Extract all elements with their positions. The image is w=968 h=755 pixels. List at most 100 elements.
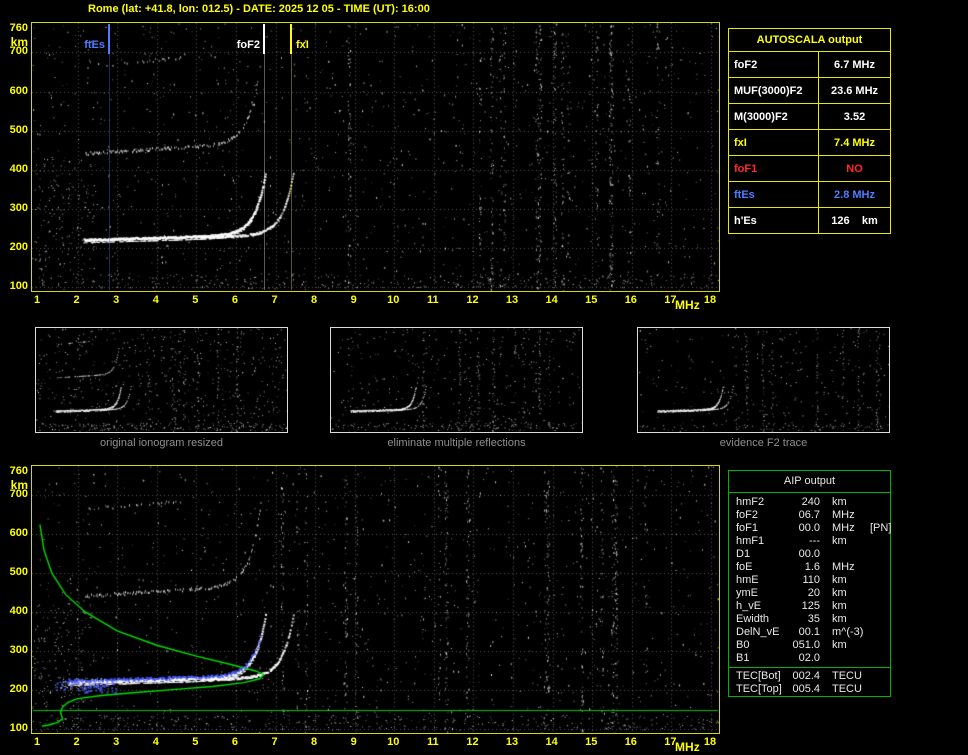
- x-tick: 1: [33, 736, 41, 748]
- aip-unit: km: [832, 639, 847, 651]
- autoscala-row: fxI 7.4 MHz: [728, 129, 891, 156]
- autoscala-header-row: AUTOSCALA output: [728, 28, 891, 52]
- aip-name: foF1: [736, 522, 759, 534]
- aip-value: 005.4: [792, 683, 820, 695]
- autoscala-row: h'Es 126 km: [728, 207, 891, 234]
- x-axis-unit-label: MHz: [675, 740, 700, 754]
- aip-row: hmE 110 km: [729, 574, 890, 587]
- marker-tick-ftEs: [108, 24, 110, 54]
- x-tick: 16: [624, 294, 637, 306]
- thumbnail-2: [330, 327, 583, 433]
- aip-value: 00.0: [798, 548, 820, 560]
- parameter-value: NO: [818, 155, 891, 182]
- marker-line-fxI: [291, 24, 292, 290]
- aip-header: AIP output: [729, 471, 890, 493]
- y-tick: 500: [9, 566, 28, 579]
- y-tick: 500: [9, 123, 28, 136]
- parameter-name: MUF(3000)F2: [728, 77, 819, 104]
- aip-value: 35: [807, 613, 820, 625]
- aip-row: B0 051.0 km: [729, 639, 890, 652]
- aip-name: B0: [736, 639, 750, 651]
- aip-extra: [866, 626, 890, 639]
- parameter-name: foF2: [728, 51, 819, 78]
- aip-extra: [866, 639, 890, 652]
- aip-value: ---: [809, 535, 820, 547]
- marker-label-foF2: foF2: [236, 39, 260, 51]
- aip-value: 02.0: [798, 652, 820, 664]
- thumbnail-canvas-2: [331, 328, 582, 432]
- parameter-value: 3.52: [818, 103, 891, 130]
- aip-extra: [866, 561, 890, 574]
- aip-row: ymE 20 km: [729, 587, 890, 600]
- aip-name: TEC[Bot]: [736, 670, 781, 682]
- aip-unit: km: [832, 535, 847, 547]
- aip-unit: TECU: [832, 683, 862, 695]
- x-tick: 18: [703, 736, 717, 748]
- aip-extra: [866, 548, 890, 561]
- x-tick: 5: [192, 736, 199, 748]
- aip-unit: km: [832, 600, 847, 612]
- y-tick: 400: [9, 162, 28, 175]
- aip-value: 1.6: [804, 561, 820, 573]
- x-tick: 12: [466, 736, 479, 748]
- marker-tick-foF2: [263, 24, 265, 54]
- aip-extra: [866, 535, 890, 548]
- aip-unit: MHz: [832, 561, 855, 573]
- x-tick: 10: [387, 294, 400, 306]
- aip-name: B1: [736, 652, 750, 664]
- aip-divider: [729, 667, 890, 668]
- aip-unit: km: [832, 587, 847, 599]
- aip-name: h_vE: [736, 600, 762, 612]
- aip-row: foF2 06.7 MHz: [729, 509, 890, 522]
- parameter-value: 126 km: [818, 207, 891, 234]
- aip-unit: m^(-3): [832, 626, 864, 638]
- y-tick: 200: [9, 240, 28, 253]
- aip-row: TEC[Bot] 002.4 TECU: [729, 670, 890, 683]
- aip-name: hmE: [736, 574, 759, 586]
- x-tick: 15: [585, 294, 598, 306]
- aip-extra: [PN]: [870, 522, 892, 534]
- autoscala-row: ftEs 2.8 MHz: [728, 181, 891, 208]
- x-tick: 18: [703, 294, 717, 306]
- aip-extra: [866, 509, 890, 522]
- aip-name: foE: [736, 561, 753, 573]
- aip-name: D1: [736, 548, 751, 560]
- marker-label-fxI: fxI: [296, 39, 309, 51]
- aip-row: DelN_vE 00.1 m^(-3): [729, 626, 890, 639]
- profile-ionogram-canvas: [32, 466, 719, 733]
- autoscala-header: AUTOSCALA output: [728, 28, 891, 52]
- x-tick: 13: [505, 294, 519, 306]
- parameter-value: 7.4 MHz: [818, 129, 891, 156]
- x-tick: 12: [466, 294, 479, 306]
- x-tick: 8: [311, 294, 318, 306]
- marker-tick-fxI: [290, 24, 292, 54]
- parameter-name: M(3000)F2: [728, 103, 819, 130]
- x-tick: 7: [271, 736, 278, 748]
- parameter-name: h'Es: [728, 207, 819, 234]
- x-tick: 6: [231, 736, 238, 748]
- aip-name: hmF2: [736, 496, 765, 508]
- aip-row: h_vE 125 km: [729, 600, 890, 613]
- y-tick: 100: [9, 280, 28, 292]
- aip-name: ymE: [736, 587, 758, 599]
- y-tick: 400: [9, 605, 28, 618]
- x-tick: 15: [585, 736, 598, 748]
- x-tick: 3: [113, 294, 120, 306]
- aip-row: TEC[Top] 005.4 TECU: [729, 683, 890, 696]
- aip-extra: [866, 613, 890, 626]
- aip-extra: [866, 652, 890, 665]
- autoscala-row: foF1 NO: [728, 155, 891, 182]
- y-tick: 600: [9, 84, 28, 97]
- x-tick: 14: [545, 736, 558, 748]
- thumbnail-canvas-3: [638, 328, 889, 432]
- x-tick: 11: [427, 294, 439, 306]
- aip-row: hmF1 --- km: [729, 535, 890, 548]
- x-tick: 2: [73, 736, 80, 748]
- aip-extra: [866, 600, 890, 613]
- x-tick: 2: [73, 294, 80, 306]
- autoscala-row: M(3000)F2 3.52: [728, 103, 891, 130]
- parameter-value: 6.7 MHz: [818, 51, 891, 78]
- y-tick: 760: [9, 465, 28, 477]
- aip-row: foE 1.6 MHz: [729, 561, 890, 574]
- y-tick: 300: [9, 201, 28, 214]
